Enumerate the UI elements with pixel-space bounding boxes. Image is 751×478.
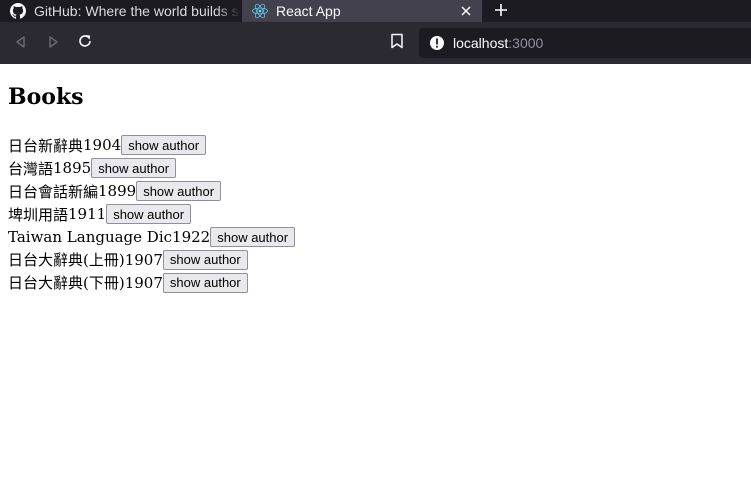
show-author-button[interactable]: show author	[210, 227, 296, 247]
info-icon[interactable]	[429, 35, 445, 51]
tab-github[interactable]: GitHub: Where the world builds software	[0, 0, 240, 22]
list-item: 日台大辭典(上冊) 1907 show author	[8, 248, 295, 271]
book-title: 台灣語	[8, 159, 54, 178]
show-author-button[interactable]: show author	[162, 272, 248, 293]
book-year: 1907	[124, 250, 163, 269]
tab-strip: GitHub: Where the world builds software …	[0, 0, 751, 22]
show-author-button[interactable]: show author	[91, 158, 177, 179]
tab-react-app[interactable]: React App	[242, 0, 482, 22]
list-item: 埤圳用語 1911 show author	[8, 203, 295, 226]
book-title: 日台大辭典(上冊)	[8, 251, 125, 270]
forward-button[interactable]	[43, 33, 63, 53]
list-item: 台灣語 1895 show author	[8, 157, 295, 180]
list-item: 日台大辭典(下冊) 1907 show author	[8, 271, 295, 294]
plus-icon	[494, 2, 508, 21]
page-title: Books	[8, 84, 84, 110]
navigation-toolbar: localhost:3000	[0, 22, 751, 64]
tab-fade	[216, 0, 240, 22]
book-title: 日台會話新編	[8, 182, 99, 201]
bookmark-button[interactable]	[388, 33, 406, 53]
github-icon	[10, 3, 26, 19]
book-year: 1895	[53, 159, 92, 178]
url-port: :3000	[508, 35, 544, 51]
list-item: Taiwan Language Dic 1922 show author	[8, 226, 296, 249]
url-host: localhost	[453, 35, 509, 51]
book-title: Taiwan Language Dic	[8, 228, 173, 246]
show-author-button[interactable]: show author	[106, 204, 192, 225]
list-item: 日台會話新編 1899 show author	[8, 180, 295, 203]
book-list: 日台新辭典 1904 show author 台灣語 1895 show autho…	[8, 134, 296, 294]
tab-title: React App	[276, 3, 341, 19]
bookmark-icon	[390, 33, 404, 53]
react-icon	[252, 3, 268, 19]
book-title: 日台大辭典(下冊)	[8, 274, 125, 293]
reload-icon	[77, 33, 93, 53]
page-content: Books 日台新辭典 1904 show author 台灣語 1895 show…	[0, 64, 751, 478]
book-title: 埤圳用語	[8, 205, 69, 224]
show-author-button[interactable]: show author	[136, 181, 222, 202]
book-year: 1904	[83, 136, 122, 155]
new-tab-button[interactable]	[491, 1, 511, 21]
show-author-button[interactable]: show author	[121, 135, 207, 156]
book-title: 日台新辭典	[8, 136, 84, 155]
back-arrow-icon	[14, 34, 28, 53]
url-bar[interactable]: localhost:3000	[419, 28, 751, 58]
forward-arrow-icon	[46, 34, 60, 53]
show-author-button[interactable]: show author	[162, 249, 248, 270]
list-item: 日台新辭典 1904 show author	[8, 134, 295, 157]
book-year: 1922	[172, 228, 211, 246]
tab-title: GitHub: Where the world builds software	[34, 3, 240, 19]
close-icon[interactable]	[458, 3, 474, 19]
book-year: 1899	[98, 182, 137, 201]
back-button[interactable]	[11, 33, 31, 53]
book-year: 1911	[68, 205, 107, 224]
book-year: 1907	[124, 273, 163, 292]
reload-button[interactable]	[75, 33, 95, 53]
